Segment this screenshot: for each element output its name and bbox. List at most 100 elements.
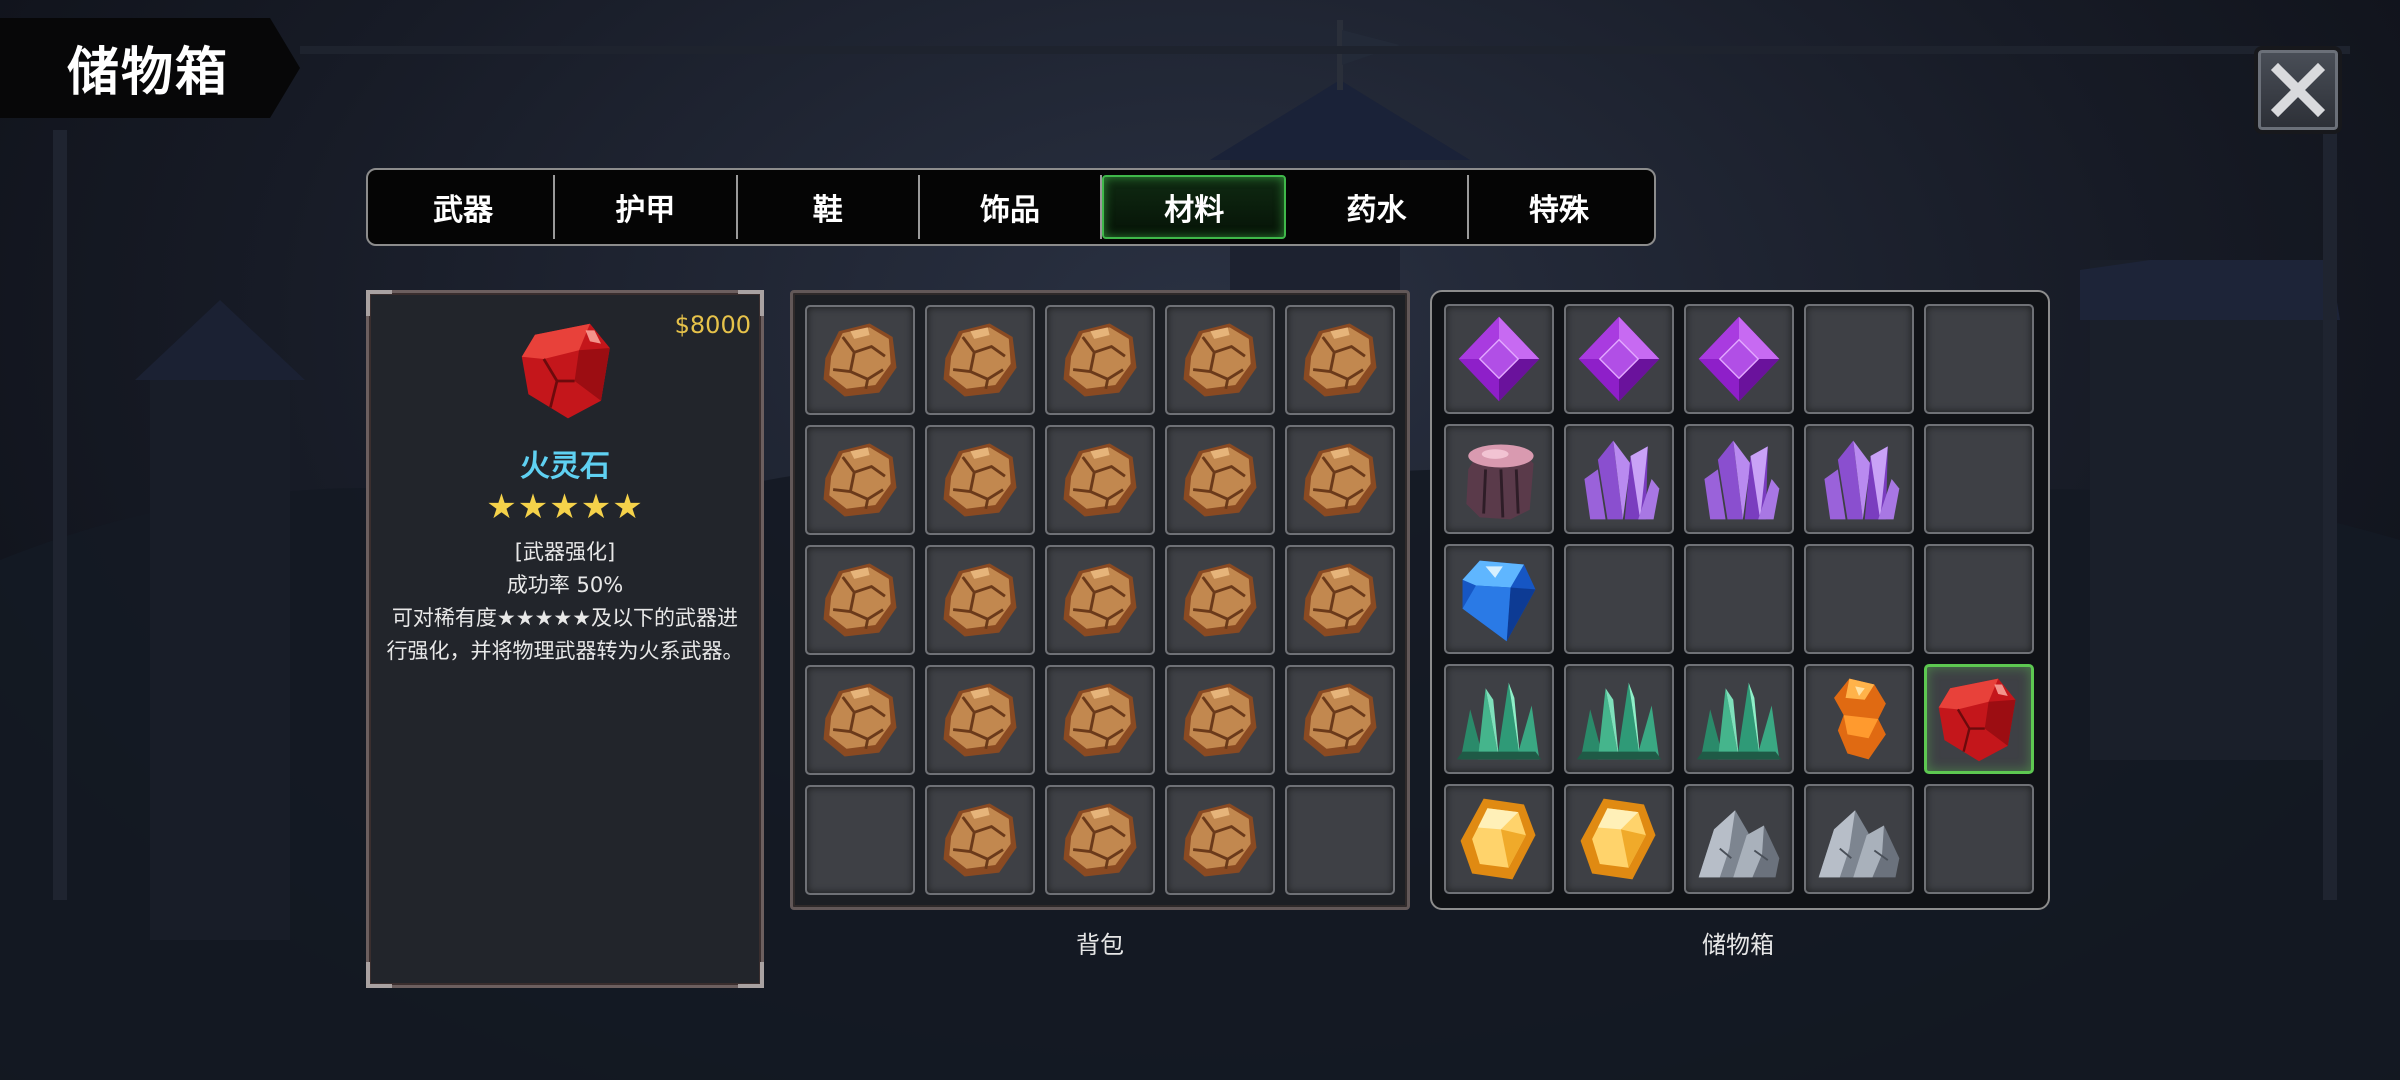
backpack-slot[interactable] xyxy=(1165,785,1275,895)
backpack-label: 背包 xyxy=(1076,931,1124,959)
backpack-slot[interactable] xyxy=(805,665,915,775)
blue-gem-icon xyxy=(1462,560,1536,642)
storage-slot[interactable] xyxy=(1444,544,1554,654)
storage-slot[interactable] xyxy=(1684,544,1794,654)
storage-slot[interactable] xyxy=(1924,784,2034,894)
backpack-slot[interactable] xyxy=(925,785,1035,895)
storage-slot[interactable] xyxy=(1444,664,1554,774)
storage-slot[interactable] xyxy=(1804,304,1914,414)
rough-stone-icon xyxy=(1183,443,1257,517)
green-crystal-cluster-icon xyxy=(1576,682,1662,760)
rough-stone-icon xyxy=(943,323,1017,397)
backpack-slot[interactable] xyxy=(1165,545,1275,655)
rough-stone-icon xyxy=(1303,563,1377,637)
tab-materials[interactable]: 材料 xyxy=(1102,175,1287,239)
rough-stone-icon xyxy=(943,443,1017,517)
purple-crystal-cluster-icon xyxy=(1824,440,1900,520)
backpack-slot[interactable] xyxy=(925,305,1035,415)
page-title: 储物箱 xyxy=(67,43,230,103)
backpack-slot[interactable] xyxy=(925,545,1035,655)
backpack-slot[interactable] xyxy=(1285,545,1395,655)
close-button[interactable] xyxy=(2254,46,2342,134)
storage-slot[interactable] xyxy=(1924,664,2034,774)
grey-rock-icon xyxy=(1818,810,1900,878)
backpack-slot[interactable] xyxy=(1165,425,1275,535)
tab-special[interactable]: 特殊 xyxy=(1469,175,1649,239)
success-rate: 成功率 50% xyxy=(506,573,624,597)
storage-slot[interactable] xyxy=(1684,424,1794,534)
backpack-slot[interactable] xyxy=(1285,665,1395,775)
rough-stone-icon xyxy=(1063,443,1137,517)
storage-slot[interactable] xyxy=(1684,784,1794,894)
storage-slot[interactable] xyxy=(1564,304,1674,414)
rough-stone-icon xyxy=(823,323,897,397)
backpack-slot[interactable] xyxy=(1165,665,1275,775)
rough-stone-icon xyxy=(1303,323,1377,397)
category-tabs: 武器 护甲 鞋 饰品 材料 药水 特殊 xyxy=(366,168,1656,246)
storage-slot[interactable] xyxy=(1804,664,1914,774)
rough-stone-icon xyxy=(823,443,897,517)
storage-slot[interactable] xyxy=(1684,664,1794,774)
tab-accessories[interactable]: 饰品 xyxy=(920,175,1103,239)
grey-rock-icon xyxy=(1698,810,1780,878)
rough-stone-icon xyxy=(823,563,897,637)
tab-armor[interactable]: 护甲 xyxy=(555,175,738,239)
item-description-block: [武器强化] 成功率 50% 可对稀有度★★★★★及以下的武器进行强化，并将物理… xyxy=(383,536,747,668)
storage-slot[interactable] xyxy=(1444,784,1554,894)
rough-stone-icon xyxy=(943,683,1017,757)
tab-potions[interactable]: 药水 xyxy=(1286,175,1469,239)
storage-slot[interactable] xyxy=(1564,424,1674,534)
orange-amber-icon xyxy=(1834,678,1886,760)
storage-slot[interactable] xyxy=(1924,424,2034,534)
storage-slot[interactable] xyxy=(1444,304,1554,414)
backpack-slot[interactable] xyxy=(925,425,1035,535)
backpack-slot[interactable] xyxy=(805,305,915,415)
backpack-slot[interactable] xyxy=(805,785,915,895)
backpack-slot[interactable] xyxy=(1045,665,1155,775)
backpack-slot[interactable] xyxy=(805,425,915,535)
storage-slot[interactable] xyxy=(1924,544,2034,654)
rough-stone-icon xyxy=(943,563,1017,637)
rough-stone-icon xyxy=(1063,683,1137,757)
item-description: 可对稀有度★★★★★及以下的武器进行强化，并将物理武器转为火系武器。 xyxy=(386,606,744,663)
gold-gem-icon xyxy=(1580,798,1656,880)
storage-grid xyxy=(1430,290,2050,910)
backpack-slot[interactable] xyxy=(805,545,915,655)
purple-diamond-icon xyxy=(1458,316,1540,402)
backpack-slot[interactable] xyxy=(1285,425,1395,535)
backpack-slot[interactable] xyxy=(1285,785,1395,895)
fire-spirit-stone-icon xyxy=(513,315,623,425)
storage-slot[interactable] xyxy=(1684,304,1794,414)
item-price: $8000 xyxy=(674,311,751,339)
rough-stone-icon xyxy=(1303,443,1377,517)
backpack-slot[interactable] xyxy=(1285,305,1395,415)
rough-stone-icon xyxy=(1063,803,1137,877)
rough-stone-icon xyxy=(1183,563,1257,637)
green-crystal-cluster-icon xyxy=(1456,682,1542,760)
backpack-slot[interactable] xyxy=(1045,305,1155,415)
backpack-slot[interactable] xyxy=(925,665,1035,775)
tab-weapons[interactable]: 武器 xyxy=(373,175,556,239)
rough-stone-icon xyxy=(1063,563,1137,637)
rough-stone-icon xyxy=(1183,803,1257,877)
storage-slot[interactable] xyxy=(1564,544,1674,654)
backpack-slot[interactable] xyxy=(1045,545,1155,655)
backpack-slot[interactable] xyxy=(1165,305,1275,415)
storage-slot[interactable] xyxy=(1564,664,1674,774)
storage-slot[interactable] xyxy=(1804,424,1914,534)
storage-slot[interactable] xyxy=(1804,544,1914,654)
gold-gem-icon xyxy=(1460,798,1536,880)
purple-crystal-cluster-icon xyxy=(1584,440,1660,520)
backpack-slot[interactable] xyxy=(1045,785,1155,895)
storage-slot[interactable] xyxy=(1564,784,1674,894)
rough-stone-icon xyxy=(1303,683,1377,757)
tab-shoes[interactable]: 鞋 xyxy=(738,175,920,239)
storage-slot[interactable] xyxy=(1444,424,1554,534)
storage-slot[interactable] xyxy=(1924,304,2034,414)
storage-slot[interactable] xyxy=(1804,784,1914,894)
rough-stone-icon xyxy=(823,683,897,757)
rarity-stars: ★★★★★ xyxy=(486,487,644,527)
rough-stone-icon xyxy=(943,803,1017,877)
fire-spirit-stone-icon xyxy=(1938,678,2016,762)
backpack-slot[interactable] xyxy=(1045,425,1155,535)
